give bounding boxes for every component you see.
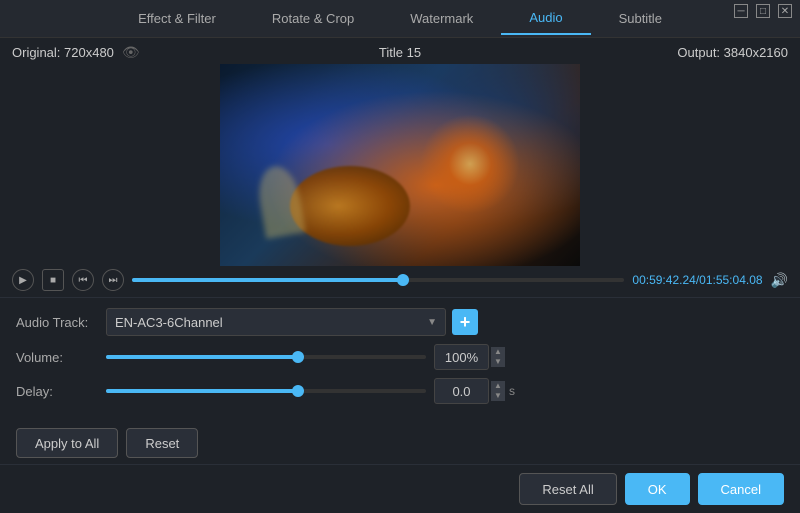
audio-track-value: EN-AC3-6Channel xyxy=(115,315,223,330)
volume-label: Volume: xyxy=(16,350,106,365)
close-button[interactable]: ✕ xyxy=(778,4,792,18)
next-button[interactable]: ⏭ xyxy=(102,269,124,291)
delay-slider[interactable] xyxy=(106,389,426,393)
footer: Reset All OK Cancel xyxy=(0,464,800,513)
play-button[interactable]: ▶ xyxy=(12,269,34,291)
ok-button[interactable]: OK xyxy=(625,473,690,505)
original-label-group: Original: 720x480 👁 xyxy=(12,44,140,61)
video-header: Original: 720x480 👁 Title 15 Output: 384… xyxy=(0,38,800,67)
apply-to-all-button[interactable]: Apply to All xyxy=(16,428,118,458)
tab-bar: Effect & Filter Rotate & Crop Watermark … xyxy=(0,0,800,38)
audio-track-select[interactable]: EN-AC3-6Channel ▼ xyxy=(106,308,446,336)
delay-thumb[interactable] xyxy=(292,385,304,397)
action-row: Apply to All Reset xyxy=(0,420,800,464)
delay-fill xyxy=(106,389,298,393)
delay-row: Delay: 0.0 ▲ ▼ s xyxy=(16,378,784,404)
volume-down-button[interactable]: ▼ xyxy=(491,357,505,367)
video-glow xyxy=(420,114,520,214)
volume-thumb[interactable] xyxy=(292,351,304,363)
delay-spinners[interactable]: ▲ ▼ xyxy=(491,381,505,401)
title-bar: ─ □ ✕ xyxy=(726,0,800,22)
volume-up-button[interactable]: ▲ xyxy=(491,347,505,357)
delay-unit: s xyxy=(509,384,515,398)
main-content: Original: 720x480 👁 Title 15 Output: 384… xyxy=(0,38,800,513)
add-audio-track-button[interactable]: + xyxy=(452,309,478,335)
delay-down-button[interactable]: ▼ xyxy=(491,391,505,401)
volume-spinners[interactable]: ▲ ▼ xyxy=(491,347,505,367)
volume-row: Volume: 100% ▲ ▼ xyxy=(16,344,784,370)
video-planet xyxy=(290,166,410,246)
settings-panel: Audio Track: EN-AC3-6Channel ▼ + Volume:… xyxy=(0,297,800,420)
reset-all-button[interactable]: Reset All xyxy=(519,473,616,505)
tab-effect-filter[interactable]: Effect & Filter xyxy=(110,3,244,34)
reset-button[interactable]: Reset xyxy=(126,428,198,458)
controls-bar: ▶ ■ ⏮ ⏭ 00:59:42.24/01:55:04.08 🔊 xyxy=(0,263,800,297)
delay-up-button[interactable]: ▲ xyxy=(491,381,505,391)
minimize-button[interactable]: ─ xyxy=(734,4,748,18)
dropdown-arrow-icon: ▼ xyxy=(427,317,437,328)
volume-icon[interactable]: 🔊 xyxy=(771,272,788,289)
original-resolution: Original: 720x480 xyxy=(12,45,114,60)
delay-value: 0.0 xyxy=(452,384,470,399)
tab-subtitle[interactable]: Subtitle xyxy=(591,3,690,34)
volume-slider[interactable] xyxy=(106,355,426,359)
progress-track[interactable] xyxy=(132,278,624,282)
video-preview xyxy=(220,64,580,266)
prev-button[interactable]: ⏮ xyxy=(72,269,94,291)
tab-audio[interactable]: Audio xyxy=(501,2,590,35)
tab-watermark[interactable]: Watermark xyxy=(382,3,501,34)
progress-fill xyxy=(132,278,403,282)
volume-fill xyxy=(106,355,298,359)
tab-rotate-crop[interactable]: Rotate & Crop xyxy=(244,3,382,34)
eye-icon[interactable]: 👁 xyxy=(122,44,140,61)
video-area xyxy=(0,67,800,263)
time-display: 00:59:42.24/01:55:04.08 xyxy=(632,273,762,287)
output-resolution: Output: 3840x2160 xyxy=(677,45,788,60)
volume-value-box: 100% xyxy=(434,344,489,370)
volume-value: 100% xyxy=(445,350,478,365)
audio-track-row: Audio Track: EN-AC3-6Channel ▼ + xyxy=(16,308,784,336)
stop-button[interactable]: ■ xyxy=(42,269,64,291)
delay-value-box: 0.0 xyxy=(434,378,489,404)
cancel-button[interactable]: Cancel xyxy=(698,473,784,505)
delay-label: Delay: xyxy=(16,384,106,399)
progress-thumb[interactable] xyxy=(397,274,409,286)
video-title: Title 15 xyxy=(379,45,421,60)
maximize-button[interactable]: □ xyxy=(756,4,770,18)
audio-track-label: Audio Track: xyxy=(16,315,106,330)
